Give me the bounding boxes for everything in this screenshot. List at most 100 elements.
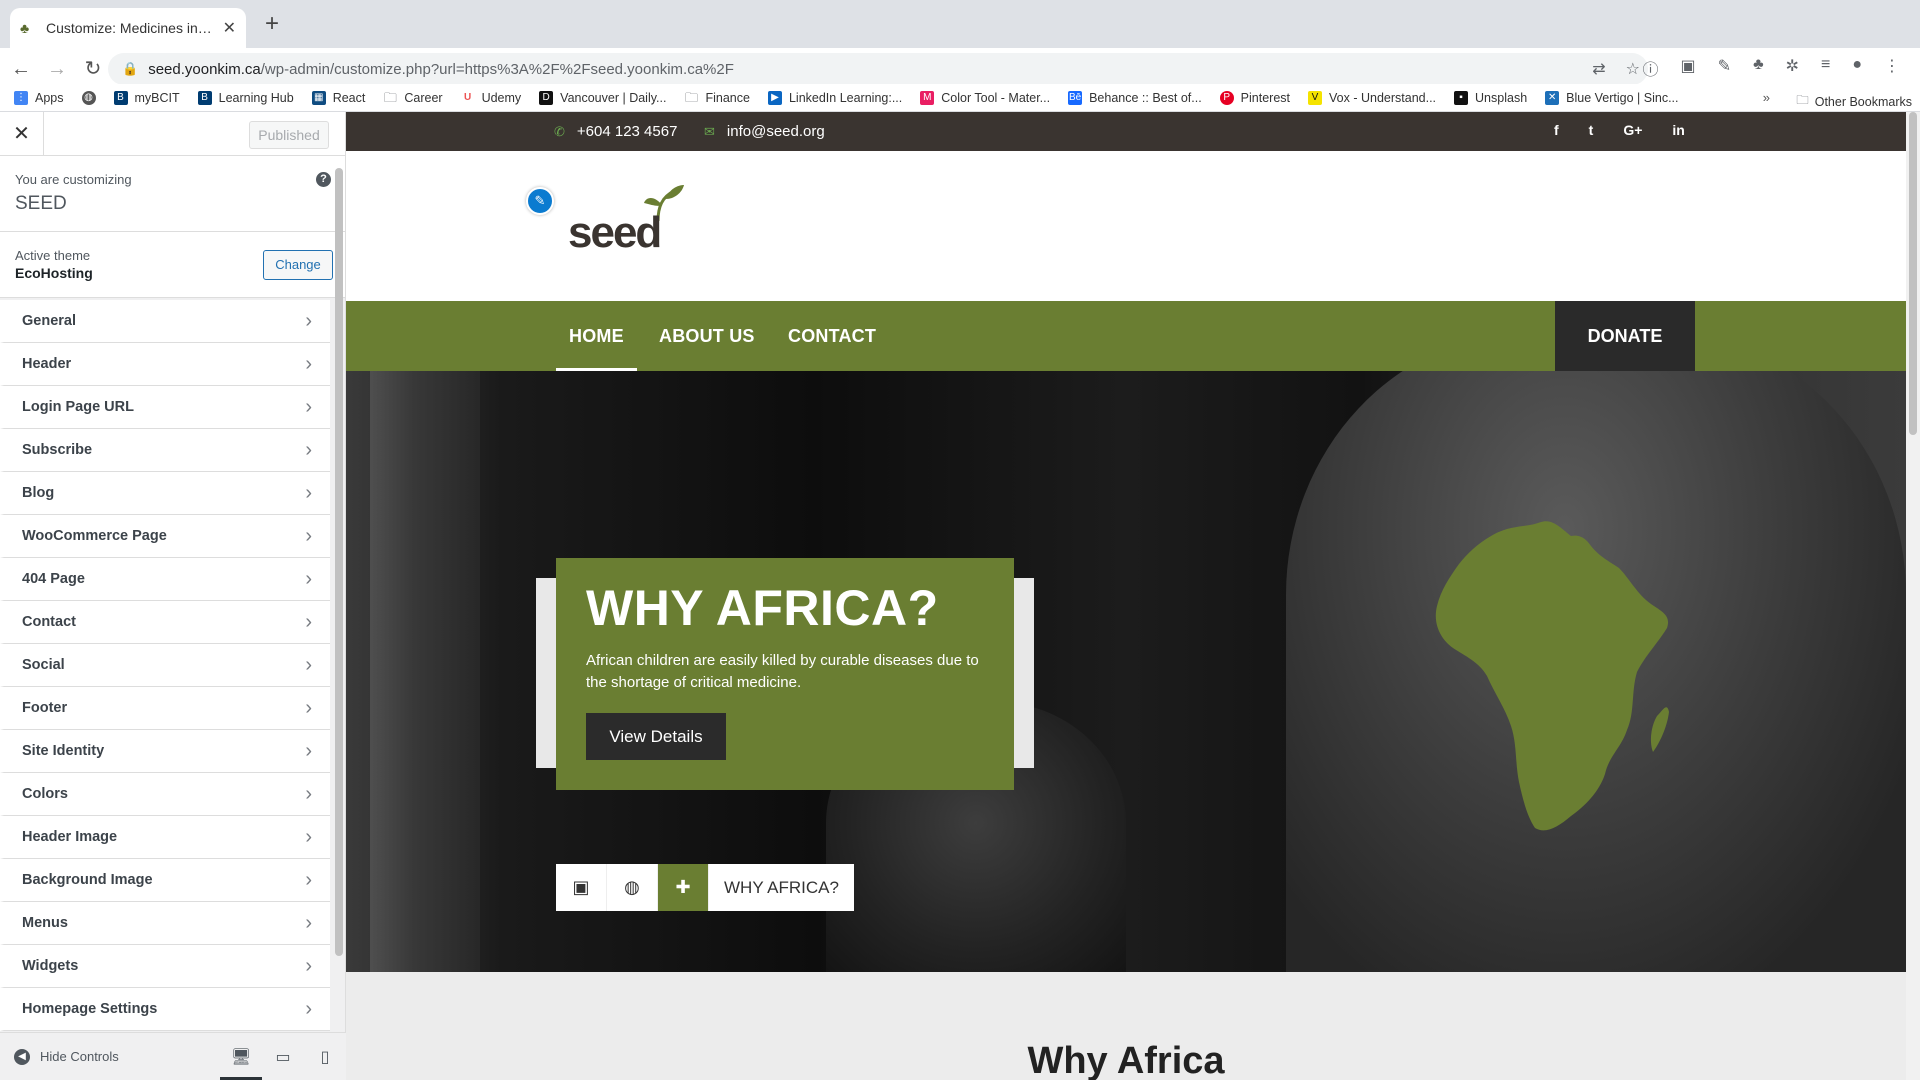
- section-footer[interactable]: Footer ›: [0, 687, 330, 730]
- seed-logo[interactable]: seed: [566, 177, 686, 257]
- chevron-right-icon: ›: [305, 482, 312, 504]
- globe-icon[interactable]: ◍: [607, 864, 658, 911]
- bookmark-linkedin-learning[interactable]: ▶ LinkedIn Learning:...: [767, 90, 902, 105]
- sidebar-scrollbar[interactable]: [333, 158, 343, 956]
- section-title: Why Africa: [1027, 1040, 1225, 1080]
- close-tab-icon[interactable]: ✕: [223, 18, 236, 38]
- reading-list-icon[interactable]: ≡: [1821, 56, 1830, 80]
- bookmark-color-tool[interactable]: M Color Tool - Mater...: [920, 90, 1050, 105]
- chevron-right-icon: ›: [305, 353, 312, 375]
- bookmark-pinterest[interactable]: P Pinterest: [1219, 90, 1290, 105]
- forward-button[interactable]: →: [42, 54, 72, 84]
- extension-eyedropper-icon[interactable]: ✎: [1718, 56, 1731, 80]
- chevron-right-icon: ›: [305, 912, 312, 934]
- active-theme-panel: Active theme EcoHosting Change: [0, 232, 345, 298]
- section-social[interactable]: Social ›: [0, 644, 330, 687]
- google-plus-icon[interactable]: G+: [1623, 122, 1642, 138]
- new-tab-button[interactable]: +: [258, 10, 286, 38]
- edit-shortcut-pencil-icon[interactable]: ✎: [526, 187, 554, 215]
- more-bookmarks-button[interactable]: »: [1763, 90, 1770, 105]
- section-contact[interactable]: Contact ›: [0, 601, 330, 644]
- customizer-sidebar: ✕ Published You are customizing SEED ? A…: [0, 112, 346, 1080]
- mobile-preview-icon[interactable]: ▯: [304, 1033, 346, 1080]
- browser-tab-bar: ♣ Customize: Medicines in Africa ✕ +: [0, 0, 1920, 48]
- bookmark-apps[interactable]: ⋮ Apps: [14, 90, 64, 105]
- bookmark-icon: ▦: [311, 90, 326, 105]
- menu-kebab-icon[interactable]: ⋮: [1884, 56, 1900, 80]
- nav-about-us[interactable]: ABOUT US: [659, 301, 755, 371]
- hero-tab-label[interactable]: WHY AFRICA?: [709, 864, 854, 911]
- collapse-arrow-icon[interactable]: ◀: [14, 1048, 30, 1065]
- bookmark-unsplash[interactable]: ▪ Unsplash: [1454, 90, 1527, 105]
- translate-icon[interactable]: ⇄: [1592, 59, 1605, 79]
- bookmark-vox[interactable]: V Vox - Understand...: [1308, 90, 1436, 105]
- other-bookmarks[interactable]: 🗀 Other Bookmarks: [1796, 91, 1912, 112]
- medical-plus-icon[interactable]: ✚: [658, 864, 709, 911]
- help-icon[interactable]: ?: [316, 172, 331, 187]
- hero-photo-post: [370, 371, 480, 972]
- chevron-right-icon: ›: [305, 740, 312, 762]
- section-widgets[interactable]: Widgets ›: [0, 945, 330, 988]
- bookmark-vancouver-daily[interactable]: D Vancouver | Daily...: [539, 90, 666, 105]
- twitter-icon[interactable]: t: [1589, 122, 1594, 138]
- section-404-page[interactable]: 404 Page ›: [0, 558, 330, 601]
- reload-button[interactable]: ↻: [78, 54, 108, 84]
- section-background-image[interactable]: Background Image ›: [0, 859, 330, 902]
- section-menus[interactable]: Menus ›: [0, 902, 330, 945]
- bookmark-learning-hub[interactable]: B Learning Hub: [197, 90, 294, 105]
- dh-icon: D: [539, 90, 554, 105]
- hide-controls-button[interactable]: Hide Controls: [40, 1049, 119, 1064]
- address-bar[interactable]: 🔒 seed.yoonkim.ca/wp-admin/customize.php…: [108, 53, 1648, 85]
- scrollbar-thumb[interactable]: [1909, 112, 1917, 435]
- bookmark-star-icon[interactable]: ☆: [1626, 59, 1640, 79]
- bookmark-mybcit[interactable]: BmyBCIT: [113, 90, 180, 105]
- extension-tag-icon[interactable]: ▣: [1681, 56, 1696, 80]
- section-header[interactable]: Header ›: [0, 343, 330, 386]
- section-header-image[interactable]: Header Image ›: [0, 816, 330, 859]
- url-host: seed.yoonkim.ca: [148, 60, 261, 78]
- bookmark-finance[interactable]: 🗀 Finance: [684, 90, 750, 105]
- bookmark-behance[interactable]: Bē Behance :: Best of...: [1068, 90, 1202, 105]
- chevron-right-icon: ›: [305, 439, 312, 461]
- email-contact[interactable]: ✉ info@seed.org: [704, 123, 825, 140]
- browser-tab[interactable]: ♣ Customize: Medicines in Africa ✕: [10, 8, 246, 48]
- section-blog[interactable]: Blog ›: [0, 472, 330, 515]
- section-homepage-settings[interactable]: Homepage Settings ›: [0, 988, 330, 1031]
- section-general[interactable]: General ›: [0, 300, 330, 343]
- chevron-right-icon: ›: [305, 783, 312, 805]
- nav-contact[interactable]: CONTACT: [788, 301, 876, 371]
- section-subscribe[interactable]: Subscribe ›: [0, 429, 330, 472]
- back-button[interactable]: ←: [6, 54, 36, 84]
- section-site-identity[interactable]: Site Identity ›: [0, 730, 330, 773]
- bookmark-react[interactable]: ▦ React: [311, 90, 365, 105]
- section-colors[interactable]: Colors ›: [0, 773, 330, 816]
- donate-button[interactable]: DONATE: [1555, 301, 1695, 371]
- social-links: f t G+ in: [1554, 122, 1685, 138]
- bookmark-career[interactable]: 🗀 Career: [383, 90, 443, 105]
- bookmark-blue-vertigo[interactable]: ✕ Blue Vertigo | Sinc...: [1545, 90, 1679, 105]
- hero-card: WHY AFRICA? African children are easily …: [556, 558, 1014, 790]
- chevron-right-icon: ›: [305, 998, 312, 1020]
- extension-info-icon[interactable]: ⓘ: [1643, 56, 1659, 80]
- view-details-button[interactable]: View Details: [586, 713, 726, 760]
- scrollbar-thumb[interactable]: [335, 168, 343, 956]
- close-customizer-button[interactable]: ✕: [0, 112, 44, 156]
- facebook-icon[interactable]: f: [1554, 122, 1559, 138]
- preview-scrollbar[interactable]: [1906, 112, 1920, 1080]
- why-africa-section: Why Africa: [346, 972, 1906, 1080]
- profile-avatar-icon[interactable]: ●: [1852, 56, 1862, 80]
- extension-tree-icon[interactable]: ♣: [1753, 56, 1764, 80]
- extensions-puzzle-icon[interactable]: ✲: [1786, 56, 1799, 80]
- money-icon[interactable]: ▣: [556, 864, 607, 911]
- section-woocommerce-page[interactable]: WooCommerce Page ›: [0, 515, 330, 558]
- published-button[interactable]: Published: [249, 121, 329, 149]
- bookmark-udemy[interactable]: U Udemy: [461, 91, 521, 105]
- bookmark-globe[interactable]: ◍: [81, 90, 96, 105]
- linkedin-icon[interactable]: in: [1672, 122, 1684, 138]
- section-login-page-url[interactable]: Login Page URL ›: [0, 386, 330, 429]
- desktop-preview-icon[interactable]: 🖥: [220, 1033, 262, 1080]
- change-theme-button[interactable]: Change: [263, 250, 333, 280]
- tablet-preview-icon[interactable]: ▭: [262, 1033, 304, 1080]
- nav-home[interactable]: HOME: [556, 301, 637, 371]
- envelope-icon: ✉: [704, 123, 715, 139]
